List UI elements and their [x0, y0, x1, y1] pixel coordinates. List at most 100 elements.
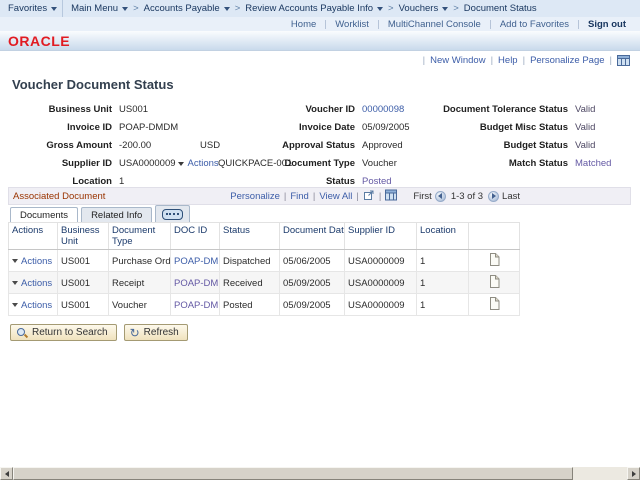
previous-page-button[interactable]: [435, 191, 446, 202]
row-actions-dropdown-icon[interactable]: [12, 303, 18, 307]
match-status-label: Match Status: [430, 155, 568, 173]
doc-id-link[interactable]: POAP-DM: [174, 256, 218, 267]
new-window-link[interactable]: New Window: [418, 55, 486, 66]
home-link[interactable]: Home: [291, 19, 316, 30]
cell-supplier-id: USA0000009: [345, 250, 417, 272]
cell-status: Received: [220, 272, 280, 294]
associated-document-table: Actions Business Unit Document Type DOC …: [8, 222, 520, 316]
gross-amount-value: -200.00: [119, 137, 151, 155]
scroll-left-button[interactable]: [0, 467, 13, 480]
pagination-range: 1-3 of 3: [451, 191, 483, 202]
column-header-location: Location: [417, 223, 469, 250]
pagination-first-label: First: [413, 191, 431, 202]
column-header-doc-id: DOC ID: [171, 223, 220, 250]
breadcrumb-separator: [235, 3, 241, 14]
portal-link-separator: [490, 20, 491, 29]
row-actions-dropdown-icon[interactable]: [12, 281, 18, 285]
column-header-document-type: Document Type: [109, 223, 171, 250]
personalize-layout-icon[interactable]: [605, 55, 630, 66]
help-link[interactable]: Help: [486, 55, 518, 66]
voucher-id-link[interactable]: 00000098: [362, 101, 404, 119]
cell-document-type: Voucher: [109, 294, 171, 316]
return-to-search-button[interactable]: Return to Search: [10, 324, 117, 341]
field-column-right: Document Tolerance Status Valid Budget M…: [430, 101, 640, 173]
row-actions-link[interactable]: Actions: [21, 300, 52, 311]
cell-document-type: Purchase Order: [109, 250, 171, 272]
row-actions-dropdown-icon[interactable]: [12, 259, 18, 263]
groupbox-header: Associated Document Personalize Find Vie…: [8, 187, 631, 205]
column-header-document-date: Document Date: [280, 223, 345, 250]
main-menu[interactable]: Main Menu: [71, 3, 128, 14]
add-to-favorites-link[interactable]: Add to Favorites: [500, 19, 569, 30]
grid-tabs: Documents Related Info: [8, 205, 631, 222]
voucher-id-label: Voucher ID: [240, 101, 355, 119]
favorites-label: Favorites: [8, 3, 47, 14]
page-links: New Window Help Personalize Page: [418, 55, 630, 66]
scrollbar-thumb[interactable]: [13, 467, 573, 480]
cell-location: 1: [417, 272, 469, 294]
doc-id-link[interactable]: POAP-DM: [174, 300, 218, 311]
favorites-menu[interactable]: Favorites: [8, 3, 57, 14]
breadcrumb-separator: [388, 3, 394, 14]
breadcrumb-divider: [62, 0, 63, 17]
breadcrumb-item-review-ap-info[interactable]: Review Accounts Payable Info: [245, 3, 383, 14]
scroll-right-button[interactable]: [627, 467, 640, 480]
invoice-date-value: 05/09/2005: [362, 119, 410, 137]
business-unit-value: US001: [119, 101, 148, 119]
sign-out-link[interactable]: Sign out: [588, 19, 626, 30]
multichannel-console-link[interactable]: MultiChannel Console: [388, 19, 481, 30]
approval-status-value: Approved: [362, 137, 403, 155]
find-link[interactable]: Find: [290, 191, 308, 202]
column-header-blank: [469, 223, 520, 250]
zoom-grid-icon[interactable]: [363, 189, 375, 204]
cell-business-unit: US001: [58, 294, 109, 316]
business-unit-label: Business Unit: [0, 101, 112, 119]
tab-related-info[interactable]: Related Info: [81, 207, 152, 222]
tab-documents[interactable]: Documents: [10, 207, 78, 222]
invoice-id-value: POAP-DMDM: [119, 119, 178, 137]
document-icon[interactable]: [489, 258, 500, 269]
chevron-down-icon: [122, 7, 128, 11]
cell-document-type: Receipt: [109, 272, 171, 294]
next-page-button[interactable]: [488, 191, 499, 202]
personalize-link[interactable]: Personalize: [230, 191, 280, 202]
budget-status-value: Valid: [575, 137, 595, 155]
breadcrumb-item-accounts-payable[interactable]: Accounts Payable: [144, 3, 230, 14]
supplier-actions-link[interactable]: Actions: [188, 155, 219, 173]
view-all-link[interactable]: View All: [319, 191, 352, 202]
worklist-link[interactable]: Worklist: [335, 19, 369, 30]
associated-document-groupbox: Associated Document Personalize Find Vie…: [8, 187, 631, 316]
breadcrumb-separator: [133, 3, 139, 14]
page-title: Voucher Document Status: [12, 77, 174, 92]
breadcrumb-item-vouchers[interactable]: Vouchers: [399, 3, 449, 14]
table-row: Actions US001 Voucher POAP-DM Posted 05/…: [9, 294, 520, 316]
return-to-search-icon: [16, 327, 28, 339]
cell-location: 1: [417, 294, 469, 316]
cell-document-date: 05/09/2005: [280, 294, 345, 316]
column-header-status: Status: [220, 223, 280, 250]
currency-code: USD: [200, 137, 220, 155]
row-actions-link[interactable]: Actions: [21, 278, 52, 289]
personalize-page-link[interactable]: Personalize Page: [518, 55, 605, 66]
doc-id-link[interactable]: POAP-DM: [174, 278, 218, 289]
budget-misc-status-value: Valid: [575, 119, 595, 137]
portal-link-separator: [578, 20, 579, 29]
column-header-business-unit: Business Unit: [58, 223, 109, 250]
chevron-down-icon: [377, 7, 383, 11]
column-header-actions: Actions: [9, 223, 58, 250]
actions-dropdown-icon[interactable]: [178, 162, 184, 166]
gross-amount-label: Gross Amount: [0, 137, 112, 155]
document-icon[interactable]: [489, 280, 500, 291]
refresh-button[interactable]: ↻ Refresh: [124, 324, 188, 341]
application-window: Favorites Main Menu Accounts Payable Rev…: [0, 0, 640, 480]
match-status-link[interactable]: Matched: [575, 155, 611, 173]
row-actions-link[interactable]: Actions: [21, 256, 52, 267]
footer-button-bar: Return to Search ↻ Refresh: [10, 324, 188, 341]
document-icon[interactable]: [489, 302, 500, 313]
cell-status: Posted: [220, 294, 280, 316]
breadcrumb-item-document-status: Document Status: [464, 3, 537, 14]
portal-link-separator: [325, 20, 326, 29]
download-grid-icon[interactable]: [385, 189, 397, 204]
show-all-columns-tab[interactable]: [155, 205, 190, 222]
horizontal-scrollbar[interactable]: [0, 467, 640, 480]
